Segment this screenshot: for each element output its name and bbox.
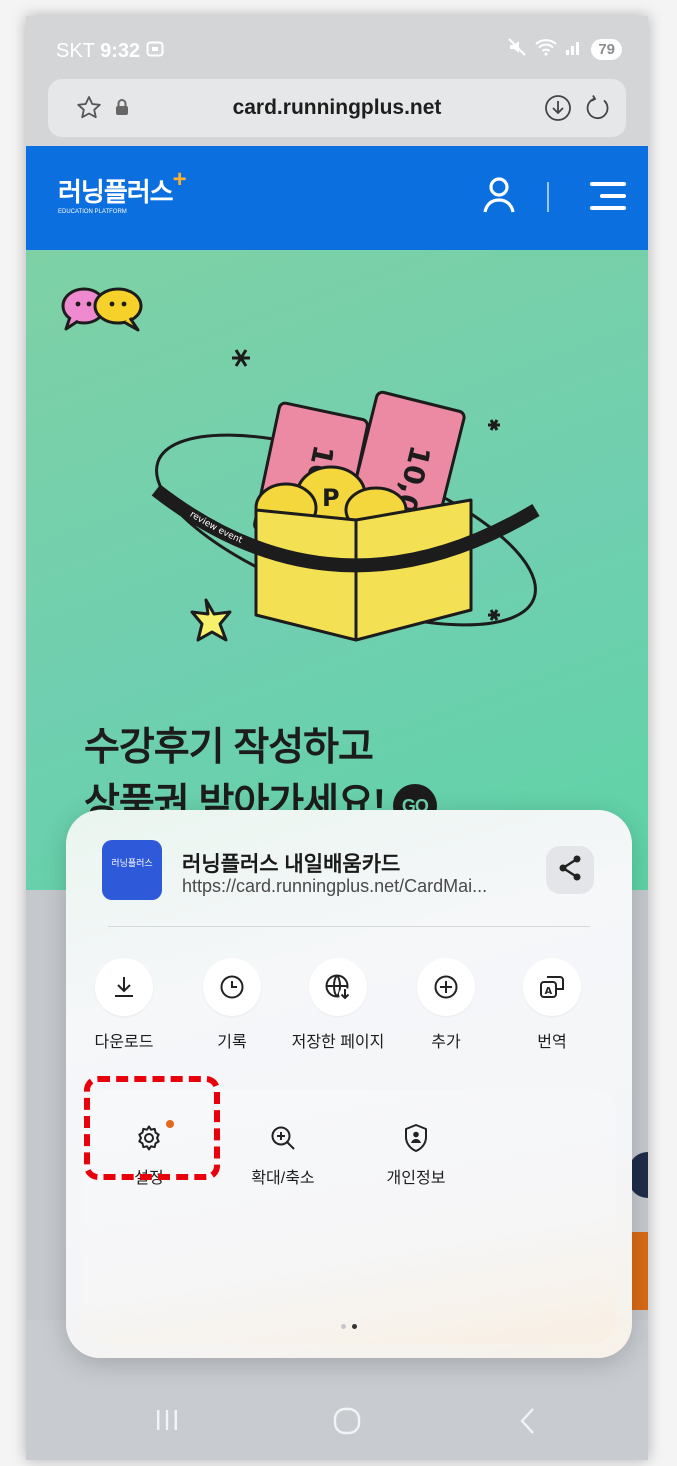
logo-text: 러닝플러스 [58,177,174,207]
status-right: 79 [507,38,622,60]
carrier: SKT [56,40,95,62]
privacy-shield-icon [361,1120,471,1156]
action-download[interactable]: 다운로드 [64,958,184,1052]
zoom-in-icon [228,1120,338,1156]
svg-text:A: A [545,986,553,997]
battery-indicator: 79 [591,38,622,60]
back-icon[interactable] [518,1406,538,1444]
screenshot-notification-icon [146,40,164,62]
tool-privacy[interactable]: 개인정보 [361,1120,471,1188]
settings-highlight-annotation [84,1076,220,1180]
tool-zoom[interactable]: 확대/축소 [228,1120,338,1188]
logo-plus-mark: + [172,166,187,193]
share-button[interactable] [546,846,594,894]
status-left: SKT 9:32 [56,40,164,63]
phone-screen: SKT 9:32 79 card.runningplus.net 러닝플러스+ … [26,16,648,1460]
wifi-icon [535,38,557,60]
plus-circle-icon [417,958,475,1016]
review-event-banner[interactable]: 10,000 10,000 P review event 수강후기 작성하고 상… [26,250,648,890]
page-title: 러닝플러스 내일배움카드 [182,853,401,876]
page-dot-active [352,1324,357,1329]
reload-icon[interactable] [584,94,612,122]
banner-line-1: 수강후기 작성하고 [84,726,374,769]
tool-label: 개인정보 [386,1170,446,1187]
translate-icon: A [523,958,581,1016]
logo-subtitle: EDUCATION PLATFORM [58,209,127,215]
page-url: https://card.runningplus.net/CardMai... [182,876,488,896]
clock-icon [203,958,261,1016]
browser-toolbar: card.runningplus.net [26,74,648,146]
share-icon [557,854,583,887]
status-bar: SKT 9:32 79 [26,16,648,74]
action-translate[interactable]: A 번역 [492,958,612,1052]
page-dot [341,1324,346,1329]
site-favicon: 러닝플러스 [102,840,162,900]
address-text[interactable]: card.runningplus.net [48,96,626,120]
action-label: 기록 [217,1034,247,1051]
screenshot-frame: SKT 9:32 79 card.runningplus.net 러닝플러스+ … [0,0,677,1466]
action-add[interactable]: 추가 [386,958,506,1052]
signal-icon [565,39,583,59]
favicon-text: 러닝플러스 [111,858,153,868]
site-logo[interactable]: 러닝플러스+ EDUCATION PLATFORM [58,166,187,216]
download-icon [95,958,153,1016]
download-page-icon[interactable] [544,94,572,122]
clock: 9:32 [100,40,141,62]
home-icon[interactable] [332,1406,362,1444]
header-divider [547,182,549,212]
recent-apps-icon[interactable] [154,1406,180,1442]
action-label: 저장한 페이지 [291,1034,385,1051]
system-navigation-bar [26,1384,648,1460]
gift-box-illustration: 10,000 10,000 P review event [136,310,556,675]
coin-letter: P [322,484,340,512]
page-indicator [82,1316,616,1334]
site-header: 러닝플러스+ EDUCATION PLATFORM [26,146,648,250]
user-icon[interactable] [482,176,516,214]
action-label: 다운로드 [94,1034,154,1051]
action-saved-pages[interactable]: 저장한 페이지 [278,958,398,1052]
sheet-divider [108,926,590,927]
action-label: 추가 [431,1034,461,1051]
address-bar[interactable]: card.runningplus.net [48,79,626,137]
action-history[interactable]: 기록 [172,958,292,1052]
hamburger-menu-icon[interactable] [586,180,630,212]
action-label: 번역 [537,1034,567,1051]
saved-pages-icon [309,958,367,1016]
chat-bubbles-illustration [58,286,148,339]
tool-label: 확대/축소 [251,1170,315,1187]
mute-icon [507,38,527,60]
